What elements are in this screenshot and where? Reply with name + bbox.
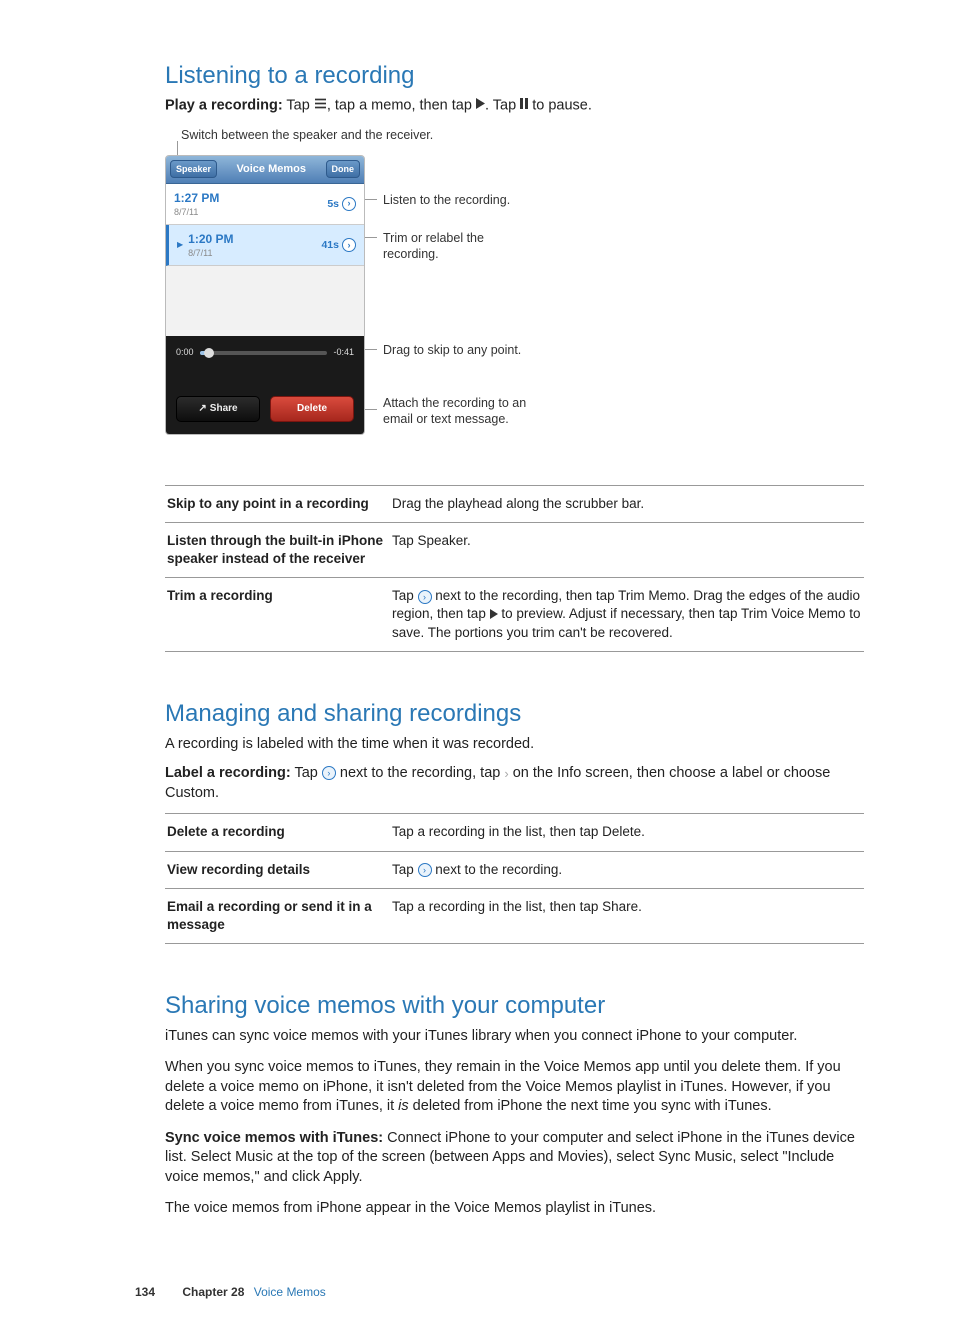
section-title-managing: Managing and sharing recordings	[165, 698, 864, 730]
cell-left: View recording details	[165, 851, 390, 888]
txt: next to the recording, tap	[336, 765, 504, 781]
annot-line	[365, 349, 377, 350]
section-title-sharing: Sharing voice memos with your computer	[165, 990, 864, 1022]
nav-title: Voice Memos	[237, 162, 307, 177]
table-row: Delete a recording Tap a recording in th…	[165, 814, 864, 851]
play-icon: ▶	[177, 240, 183, 251]
sync-instruction: Sync voice memos with iTunes: Connect iP…	[165, 1129, 864, 1188]
scrub-right: -0:41	[333, 346, 354, 358]
cell-left: Trim a recording	[165, 578, 390, 652]
table-row: Listen through the built-in iPhone speak…	[165, 522, 864, 577]
table-row: View recording details Tap › next to the…	[165, 851, 864, 888]
play-icon	[476, 96, 485, 116]
cell-right: Drag the playhead along the scrubber bar…	[390, 485, 864, 522]
managing-intro: A recording is labeled with the time whe…	[165, 735, 864, 755]
txt: . Tap	[485, 98, 520, 114]
row1-time: 1:27 PM	[174, 190, 219, 206]
cell-right: Tap › next to the recording.	[390, 851, 864, 888]
row1-date: 8/7/11	[174, 206, 219, 218]
sync-label: Sync voice memos with iTunes:	[165, 1130, 383, 1146]
phone-nav: Speaker Voice Memos Done	[166, 156, 364, 184]
txt: deleted from iPhone the next time you sy…	[409, 1098, 772, 1114]
cell-left: Skip to any point in a recording	[165, 485, 390, 522]
annot-line	[365, 237, 377, 238]
play-icon	[490, 606, 498, 624]
chevron-circle-icon: ›	[322, 766, 336, 780]
txt: to pause.	[528, 98, 592, 114]
row2-time: 1:20 PM	[188, 231, 233, 247]
txt: next to the recording.	[432, 862, 563, 877]
listening-table: Skip to any point in a recording Drag th…	[165, 485, 864, 653]
pause-icon	[520, 96, 528, 116]
memo-row-2[interactable]: ▶ 1:20 PM 8/7/11 41s ›	[166, 225, 364, 266]
sharing-p1: iTunes can sync voice memos with your iT…	[165, 1027, 864, 1047]
annot-attach: Attach the recording to an email or text…	[383, 395, 553, 429]
cell-left: Listen through the built-in iPhone speak…	[165, 522, 390, 577]
delete-button[interactable]: Delete	[270, 396, 354, 422]
txt: Tap	[291, 765, 322, 781]
list-icon	[314, 96, 327, 116]
section-title-listening: Listening to a recording	[165, 60, 864, 92]
annot-listen: Listen to the recording.	[383, 192, 510, 209]
txt: Tap	[392, 588, 418, 603]
table-row: Skip to any point in a recording Drag th…	[165, 485, 864, 522]
scrubber-bar[interactable]	[200, 351, 328, 355]
cell-right: Tap a recording in the list, then tap Sh…	[390, 888, 864, 943]
screenshot-area: Switch between the speaker and the recei…	[165, 127, 864, 477]
table-row: Email a recording or send it in a messag…	[165, 888, 864, 943]
row2-date: 8/7/11	[188, 247, 233, 259]
chapter-name: Voice Memos	[254, 1285, 326, 1299]
share-icon: ↗	[198, 403, 206, 414]
chevron-circle-icon: ›	[418, 863, 432, 877]
label-label: Label a recording:	[165, 765, 291, 781]
speaker-button[interactable]: Speaker	[170, 160, 217, 178]
table-row: Trim a recording Tap › next to the recor…	[165, 578, 864, 652]
scrub-left: 0:00	[176, 346, 194, 358]
share-button[interactable]: ↗ Share	[176, 396, 260, 422]
cell-left: Email a recording or send it in a messag…	[165, 888, 390, 943]
memo-row-1[interactable]: 1:27 PM 8/7/11 5s ›	[166, 184, 364, 225]
cell-left: Delete a recording	[165, 814, 390, 851]
share-label: Share	[210, 403, 238, 414]
label-instruction: Label a recording: Tap › next to the rec…	[165, 764, 864, 803]
annot-line	[365, 199, 377, 200]
txt: Tap	[392, 862, 418, 877]
chevron-circle-icon: ›	[418, 590, 432, 604]
chapter-label: Chapter 28	[182, 1285, 244, 1299]
managing-table: Delete a recording Tap a recording in th…	[165, 813, 864, 944]
phone-dark-area: 0:00 -0:41 ↗ Share Delete	[166, 336, 364, 434]
cell-right: Tap Speaker.	[390, 522, 864, 577]
annot-drag: Drag to skip to any point.	[383, 342, 521, 359]
sharing-p2: When you sync voice memos to iTunes, the…	[165, 1058, 864, 1117]
row1-dur: 5s	[327, 197, 339, 211]
annot-trim: Trim or relabel the recording.	[383, 230, 513, 264]
play-instruction: Play a recording: Tap , tap a memo, then…	[165, 96, 864, 116]
cell-right: Tap › next to the recording, then tap Tr…	[390, 578, 864, 652]
page-number: 134	[135, 1285, 155, 1299]
sharing-p3: The voice memos from iPhone appear in th…	[165, 1199, 864, 1219]
done-button[interactable]: Done	[326, 160, 361, 178]
play-label: Play a recording:	[165, 98, 283, 114]
page-footer: 134 Chapter 28 Voice Memos	[0, 1284, 954, 1300]
row2-dur: 41s	[321, 238, 339, 252]
scrubber-dot[interactable]	[204, 348, 214, 358]
txt-italic: is	[398, 1098, 408, 1114]
chevron-icon[interactable]: ›	[342, 238, 356, 252]
phone-screenshot: Speaker Voice Memos Done 1:27 PM 8/7/11 …	[165, 155, 365, 435]
annot-header: Switch between the speaker and the recei…	[181, 127, 433, 144]
annot-line	[365, 409, 377, 410]
txt: , tap a memo, then tap	[327, 98, 476, 114]
txt: Tap	[283, 98, 314, 114]
scrubber[interactable]: 0:00 -0:41	[176, 346, 354, 360]
cell-right: Tap a recording in the list, then tap De…	[390, 814, 864, 851]
chevron-icon[interactable]: ›	[342, 197, 356, 211]
